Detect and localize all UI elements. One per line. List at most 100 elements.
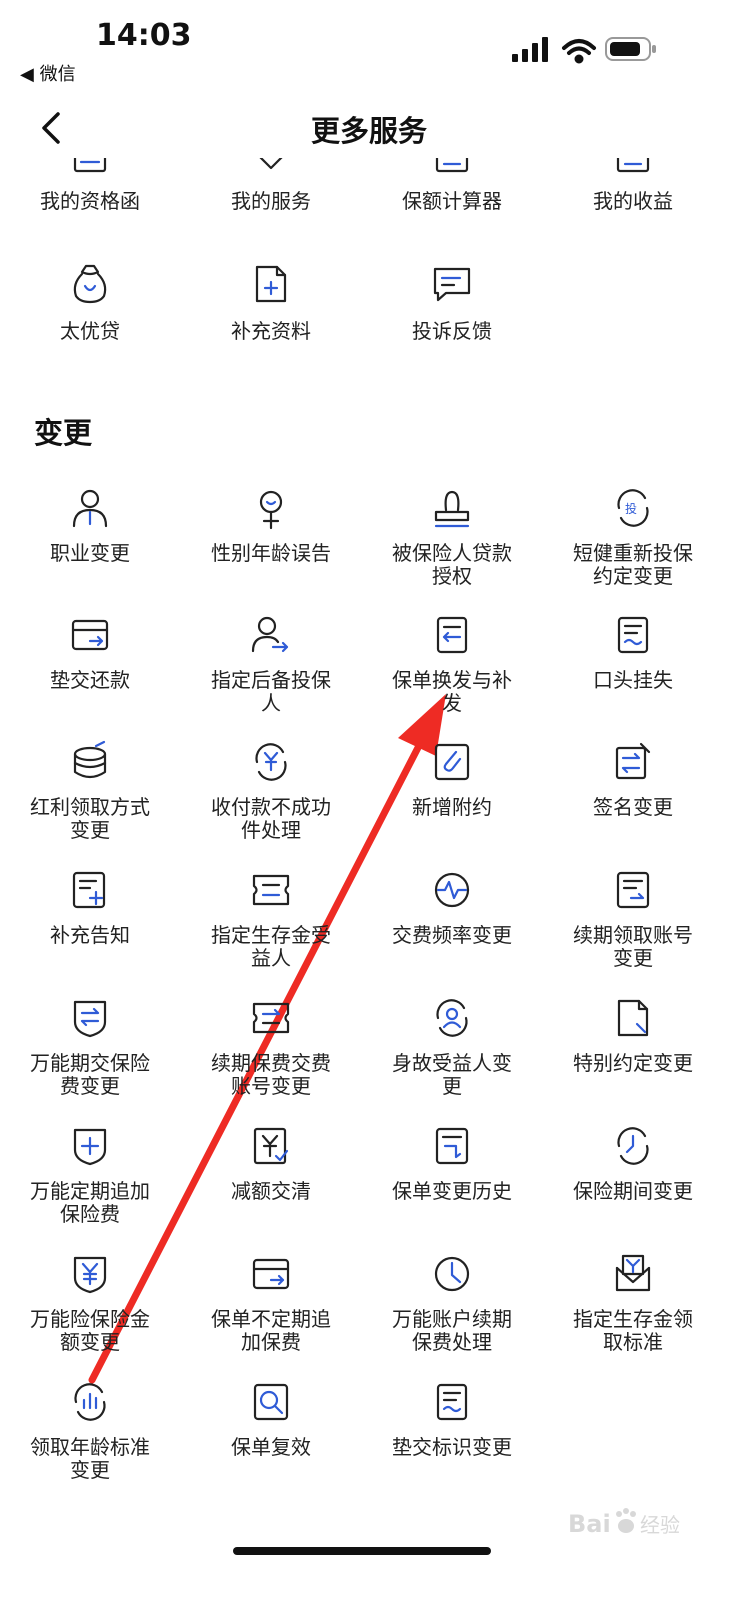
tile-label: 指定生存金领取标准 [573, 1307, 693, 1354]
envelope-yuan-icon [615, 1254, 651, 1292]
yuan-refresh-icon [255, 743, 287, 781]
change-item-14[interactable]: 指定生存金受益人 [179, 868, 363, 970]
ticket-swap-icon [252, 1002, 290, 1034]
card-arrow-icon [71, 619, 109, 651]
service-tile-service[interactable]: 我的服务 [179, 158, 363, 213]
change-item-11[interactable]: 新增附约 [360, 740, 544, 819]
change-item-21[interactable]: 万能定期追加保险费 [0, 1124, 182, 1226]
service-tile-money-bag[interactable]: 太优贷 [0, 262, 182, 343]
tile-label: 我的资格函 [40, 189, 140, 213]
tile-label: 保额计算器 [402, 189, 502, 213]
page-title: 更多服务 [310, 114, 427, 148]
change-item-19[interactable]: 身故受益人变更 [360, 996, 544, 1098]
reinsure-icon: 投 [617, 489, 649, 527]
calculator-icon [435, 158, 469, 173]
person-circle-icon [436, 999, 468, 1037]
change-item-2[interactable]: 性别年龄误告 [179, 486, 363, 565]
tile-label: 签名变更 [593, 795, 673, 819]
service-tile-calculator[interactable]: 保额计算器 [360, 158, 544, 213]
document-history-icon [435, 1127, 469, 1165]
search-document-icon [253, 1383, 289, 1421]
tile-label: 被保险人贷款授权 [392, 541, 512, 588]
change-item-24[interactable]: 保险期间变更 [541, 1124, 725, 1203]
service-tile-add-document[interactable]: 补充资料 [179, 262, 363, 343]
back-to-wechat-link[interactable]: ◀ 微信 [20, 60, 76, 86]
tile-label: 万能账户续期保费处理 [392, 1307, 512, 1354]
change-item-18[interactable]: 续期保费交费账号变更 [179, 996, 363, 1098]
change-item-5[interactable]: 垫交还款 [0, 613, 182, 692]
change-item-23[interactable]: 保单变更历史 [360, 1124, 544, 1203]
tile-label: 领取年龄标准变更 [30, 1435, 150, 1482]
document-plus-icon [72, 871, 106, 909]
change-item-17[interactable]: 万能期交保险费变更 [0, 996, 182, 1098]
document-exchange-icon [436, 616, 468, 654]
change-item-27[interactable]: 万能账户续期保费处理 [360, 1252, 544, 1354]
income-icon [616, 158, 650, 173]
change-item-9[interactable]: 红利领取方式变更 [0, 740, 182, 842]
service-tile-income[interactable]: 我的收益 [541, 158, 725, 213]
tile-label: 续期领取账号变更 [573, 923, 693, 970]
tile-label: 保单换发与补发 [392, 668, 512, 715]
add-document-icon [255, 265, 287, 303]
tile-label: 指定生存金受益人 [211, 923, 331, 970]
service-tile-certificate[interactable]: 我的资格函 [0, 158, 182, 213]
change-item-7[interactable]: 保单换发与补发 [360, 613, 544, 715]
change-item-15[interactable]: 交费频率变更 [360, 868, 544, 947]
shield-yuan-icon [73, 1256, 107, 1294]
tile-label: 口头挂失 [593, 668, 673, 692]
tile-label: 万能险保险金额变更 [30, 1307, 150, 1354]
home-indicator [233, 1547, 491, 1555]
baidu-jingyan-watermark: Bai 经验 [568, 1508, 680, 1538]
document-list-icon [616, 871, 650, 909]
change-item-28[interactable]: 指定生存金领取标准 [541, 1252, 725, 1354]
tile-label: 补充告知 [50, 923, 130, 947]
tile-label: 保单复效 [231, 1435, 311, 1459]
change-item-12[interactable]: 签名变更 [541, 740, 725, 819]
tile-label: 我的服务 [231, 189, 311, 213]
tile-label: 短健重新投保约定变更 [573, 541, 693, 588]
change-item-16[interactable]: 续期领取账号变更 [541, 868, 725, 970]
money-bag-icon [73, 264, 107, 304]
shield-swap-icon [73, 1000, 107, 1038]
change-item-25[interactable]: 万能险保险金额变更 [0, 1252, 182, 1354]
change-item-8[interactable]: 口头挂失 [541, 613, 725, 692]
change-item-4[interactable]: 投短健重新投保约定变更 [541, 486, 725, 588]
change-item-20[interactable]: 特别约定变更 [541, 996, 725, 1075]
change-item-10[interactable]: 收付款不成功件处理 [179, 740, 363, 842]
tile-label: 保单不定期追加保费 [211, 1307, 331, 1354]
change-item-30[interactable]: 保单复效 [179, 1380, 363, 1459]
shield-plus-icon [73, 1128, 107, 1166]
change-item-31[interactable]: 垫交标识变更 [360, 1380, 544, 1459]
tile-label: 收付款不成功件处理 [211, 795, 331, 842]
tile-label: 万能期交保险费变更 [30, 1051, 150, 1098]
change-item-29[interactable]: 领取年龄标准变更 [0, 1380, 182, 1482]
change-item-13[interactable]: 补充告知 [0, 868, 182, 947]
service-tile-feedback-chat[interactable]: 投诉反馈 [360, 262, 544, 343]
tile-label: 续期保费交费账号变更 [211, 1051, 331, 1098]
tile-label: 垫交标识变更 [392, 1435, 512, 1459]
clock-refresh-icon [617, 1127, 649, 1165]
yuan-check-icon [253, 1127, 289, 1165]
svg-text:投: 投 [625, 501, 637, 516]
svg-text:经验: 经验 [640, 1513, 680, 1537]
status-icons [512, 37, 656, 64]
change-item-22[interactable]: 减额交清 [179, 1124, 363, 1203]
tile-label: 万能定期追加保险费 [30, 1179, 150, 1226]
wifi-icon [562, 39, 596, 64]
person-arrow-icon [251, 616, 289, 653]
change-item-6[interactable]: 指定后备投保人 [179, 613, 363, 715]
tile-label: 太优贷 [60, 319, 120, 343]
edit-swap-icon [615, 742, 651, 780]
pulse-icon [434, 872, 470, 908]
change-item-26[interactable]: 保单不定期追加保费 [179, 1252, 363, 1354]
change-item-3[interactable]: 被保险人贷款授权 [360, 486, 544, 588]
tile-label: 指定后备投保人 [211, 668, 331, 715]
change-item-1[interactable]: 职业变更 [0, 486, 182, 565]
ticket-icon [252, 874, 290, 906]
person-tie-icon [72, 489, 108, 528]
certificate-icon [73, 158, 107, 173]
tile-label: 我的收益 [593, 189, 673, 213]
chart-refresh-icon [74, 1383, 106, 1421]
service-icon [259, 158, 283, 170]
card-arrow-icon [252, 1258, 290, 1290]
